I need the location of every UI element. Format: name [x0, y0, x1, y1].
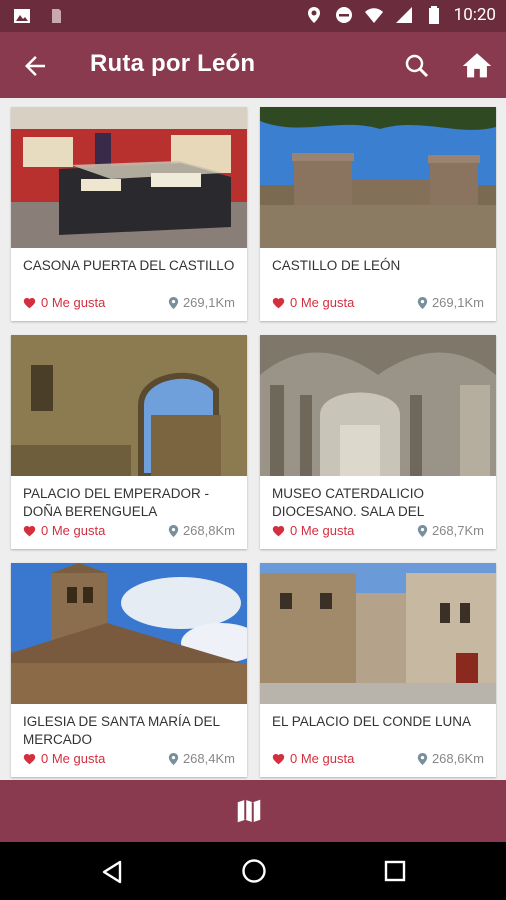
status-time: 10:20: [453, 5, 496, 25]
heart-icon: [23, 753, 36, 764]
distance: 268,8Km: [168, 523, 235, 538]
places-grid: CASONA PUERTA DEL CASTILLO 0 Me gusta 26…: [0, 98, 506, 780]
likes-count[interactable]: 0 Me gusta: [23, 523, 105, 538]
place-card[interactable]: IGLESIA DE SANTA MARÍA DEL MERCADO 0 Me …: [11, 563, 247, 777]
nav-recents-icon[interactable]: [384, 860, 406, 882]
place-photo: [260, 335, 496, 476]
location-icon: [307, 7, 320, 23]
likes-count[interactable]: 0 Me gusta: [272, 295, 354, 310]
nav-back-icon[interactable]: [101, 860, 123, 884]
likes-label: 0 Me gusta: [41, 295, 106, 310]
place-name: CASONA PUERTA DEL CASTILLO: [23, 258, 235, 273]
place-photo: [260, 107, 496, 248]
likes-label: 0 Me gusta: [41, 751, 106, 766]
likes-label: 0 Me gusta: [290, 523, 355, 538]
likes-count[interactable]: 0 Me gusta: [23, 751, 105, 766]
distance-label: 269,1Km: [431, 295, 484, 310]
place-name: MUSEO CATERDALICIO DIOCESANO. SALA DEL: [272, 486, 425, 519]
location-pin-icon: [417, 752, 428, 765]
distance: 269,1Km: [417, 295, 484, 310]
dnd-icon: [335, 7, 352, 23]
heart-icon: [23, 297, 36, 308]
place-card[interactable]: CASONA PUERTA DEL CASTILLO 0 Me gusta 26…: [11, 107, 247, 321]
system-nav-bar: [0, 842, 506, 900]
nav-home-icon[interactable]: [241, 858, 267, 884]
distance-label: 268,8Km: [182, 523, 235, 538]
app-toolbar: Ruta por León: [0, 32, 506, 98]
likes-label: 0 Me gusta: [290, 751, 355, 766]
place-name: CASTILLO DE LEÓN: [272, 258, 401, 273]
heart-icon: [272, 297, 285, 308]
place-photo: [11, 335, 247, 476]
distance: 268,6Km: [417, 751, 484, 766]
likes-count[interactable]: 0 Me gusta: [23, 295, 105, 310]
place-name: IGLESIA DE SANTA MARÍA DEL MERCADO: [23, 714, 220, 747]
place-card[interactable]: CASTILLO DE LEÓN 0 Me gusta 269,1Km: [260, 107, 496, 321]
location-pin-icon: [417, 524, 428, 537]
distance: 268,7Km: [417, 523, 484, 538]
wifi-icon: [364, 8, 383, 23]
place-photo: [260, 563, 496, 704]
distance-label: 268,6Km: [431, 751, 484, 766]
battery-icon: [428, 6, 439, 24]
likes-label: 0 Me gusta: [41, 523, 106, 538]
home-icon[interactable]: [460, 49, 494, 83]
distance-label: 268,4Km: [182, 751, 235, 766]
status-bar: 10:20: [0, 0, 506, 32]
likes-count[interactable]: 0 Me gusta: [272, 751, 354, 766]
heart-icon: [23, 525, 36, 536]
place-name: PALACIO DEL EMPERADOR - DOÑA BERENGUELA: [23, 486, 210, 519]
place-card[interactable]: PALACIO DEL EMPERADOR - DOÑA BERENGUELA …: [11, 335, 247, 549]
heart-icon: [272, 525, 285, 536]
signal-icon: [395, 7, 412, 23]
search-icon[interactable]: [402, 51, 432, 81]
place-card[interactable]: EL PALACIO DEL CONDE LUNA 0 Me gusta 268…: [260, 563, 496, 777]
place-photo: [11, 563, 247, 704]
distance: 269,1Km: [168, 295, 235, 310]
distance-label: 269,1Km: [182, 295, 235, 310]
place-photo: [11, 107, 247, 248]
bottom-bar: [0, 780, 506, 842]
map-icon[interactable]: [233, 796, 265, 826]
page-title: Ruta por León: [90, 50, 256, 77]
likes-label: 0 Me gusta: [290, 295, 355, 310]
location-pin-icon: [168, 524, 179, 537]
location-pin-icon: [168, 752, 179, 765]
location-pin-icon: [417, 296, 428, 309]
image-icon: [14, 9, 30, 23]
heart-icon: [272, 753, 285, 764]
distance-label: 268,7Km: [431, 523, 484, 538]
sim-icon: [52, 9, 61, 23]
place-card[interactable]: MUSEO CATERDALICIO DIOCESANO. SALA DEL 0…: [260, 335, 496, 549]
arrow-back-icon[interactable]: [20, 51, 50, 81]
location-pin-icon: [168, 296, 179, 309]
likes-count[interactable]: 0 Me gusta: [272, 523, 354, 538]
place-name: EL PALACIO DEL CONDE LUNA: [272, 714, 472, 729]
distance: 268,4Km: [168, 751, 235, 766]
